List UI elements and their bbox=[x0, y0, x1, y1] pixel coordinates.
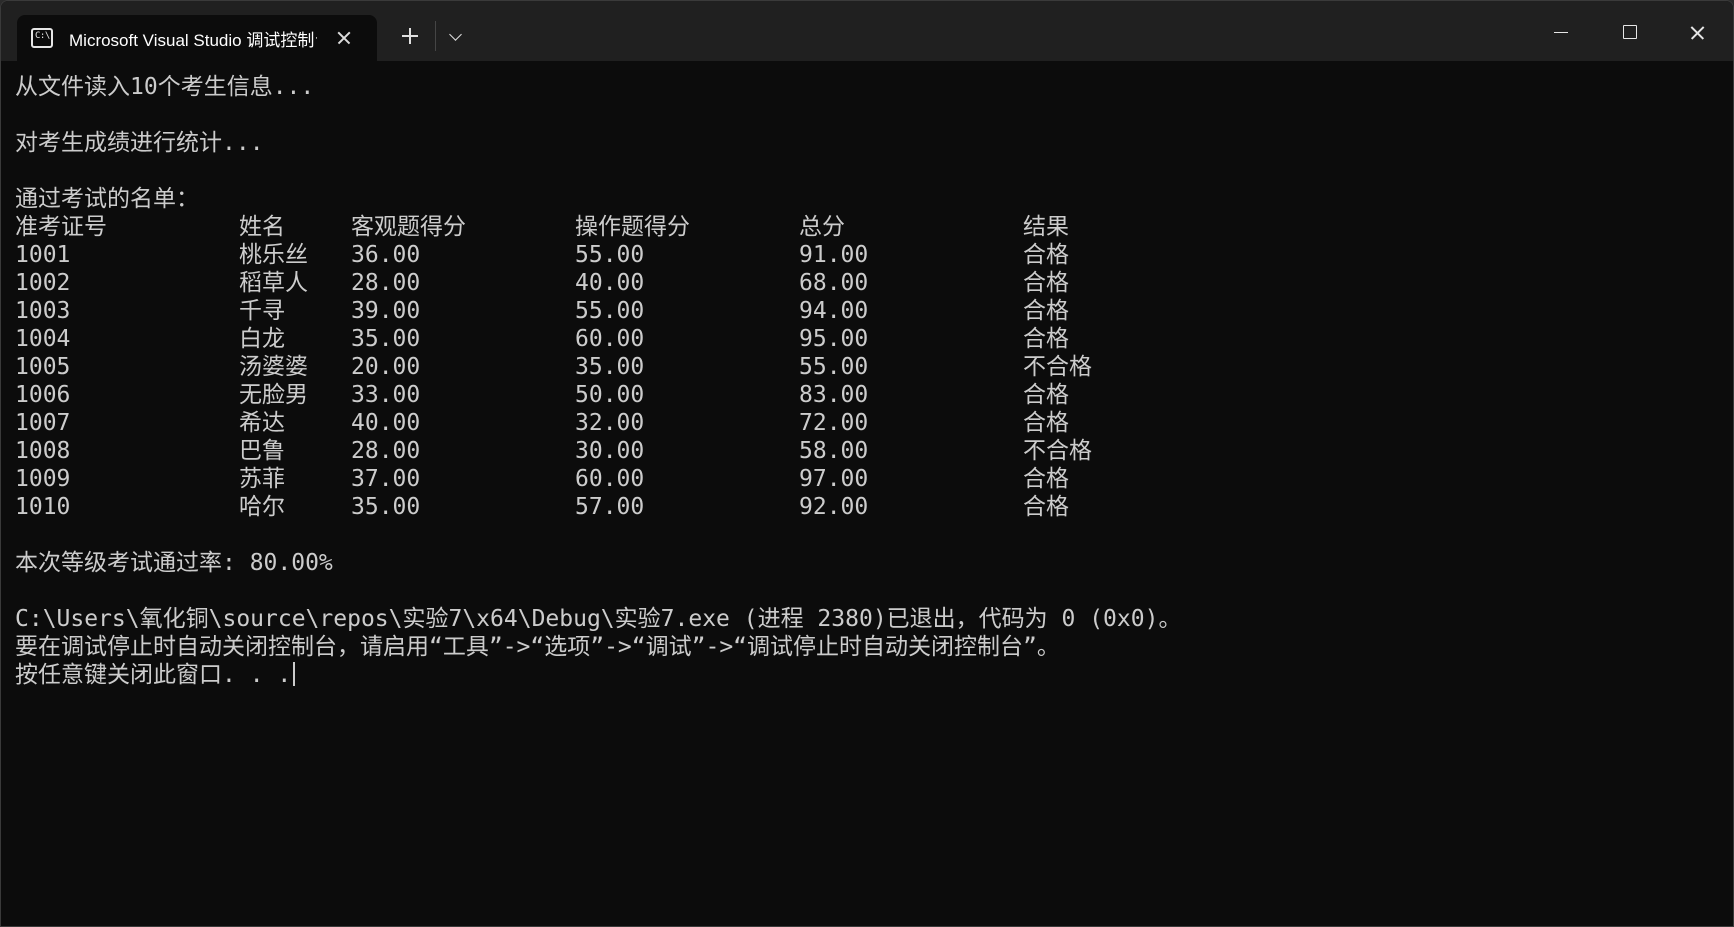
cell-practical: 60.00 bbox=[575, 326, 645, 352]
console-line-stats: 对考生成绩进行统计... bbox=[15, 130, 264, 156]
cell-result: 合格 bbox=[1023, 410, 1069, 436]
console-line-press-key: 按任意键关闭此窗口. . . bbox=[15, 661, 296, 689]
header-name: 姓名 bbox=[239, 214, 285, 240]
cell-objective: 20.00 bbox=[351, 354, 421, 380]
cell-objective: 35.00 bbox=[351, 326, 421, 352]
cell-practical: 32.00 bbox=[575, 410, 645, 436]
text-cursor bbox=[293, 662, 296, 686]
cell-total: 58.00 bbox=[799, 438, 869, 464]
cell-objective: 40.00 bbox=[351, 410, 421, 436]
tab-title: Microsoft Visual Studio 调试控制台 bbox=[69, 30, 317, 50]
cell-result: 合格 bbox=[1023, 466, 1069, 492]
cell-total: 83.00 bbox=[799, 382, 869, 408]
cell-id: 1007 bbox=[15, 410, 71, 436]
close-tab-icon[interactable] bbox=[333, 27, 355, 49]
cell-total: 97.00 bbox=[799, 466, 869, 492]
table-row: 1001 桃乐丝 36.00 55.00 91.00 合格 bbox=[15, 241, 1215, 269]
cell-id: 1009 bbox=[15, 466, 71, 492]
console-output[interactable]: 从文件读入10个考生信息... 对考生成绩进行统计... 通过考试的名单： 准考… bbox=[15, 73, 1733, 926]
cell-result: 合格 bbox=[1023, 494, 1069, 520]
cell-practical: 55.00 bbox=[575, 298, 645, 324]
header-objective: 客观题得分 bbox=[351, 214, 466, 240]
cell-objective: 28.00 bbox=[351, 438, 421, 464]
minimize-button[interactable] bbox=[1527, 11, 1595, 55]
table-row: 1005 汤婆婆 20.00 35.00 55.00 不合格 bbox=[15, 353, 1215, 381]
cell-id: 1001 bbox=[15, 242, 71, 268]
table-row: 1002 稻草人 28.00 40.00 68.00 合格 bbox=[15, 269, 1215, 297]
cell-objective: 37.00 bbox=[351, 466, 421, 492]
table-row: 1003 千寻 39.00 55.00 94.00 合格 bbox=[15, 297, 1215, 325]
table-row: 1004 白龙 35.00 60.00 95.00 合格 bbox=[15, 325, 1215, 353]
cell-id: 1006 bbox=[15, 382, 71, 408]
cell-practical: 30.00 bbox=[575, 438, 645, 464]
console-line-read: 从文件读入10个考生信息... bbox=[15, 74, 315, 100]
cell-id: 1010 bbox=[15, 494, 71, 520]
cell-total: 92.00 bbox=[799, 494, 869, 520]
tab-debug-console[interactable]: C:\ Microsoft Visual Studio 调试控制台 bbox=[17, 15, 377, 61]
terminal-window: C:\ Microsoft Visual Studio 调试控制台 从文件读入1… bbox=[0, 0, 1734, 927]
cell-practical: 40.00 bbox=[575, 270, 645, 296]
table-header-row: 准考证号 姓名 客观题得分 操作题得分 总分 结果 bbox=[15, 213, 1215, 241]
header-practical: 操作题得分 bbox=[575, 214, 690, 240]
cell-result: 合格 bbox=[1023, 298, 1069, 324]
cell-objective: 28.00 bbox=[351, 270, 421, 296]
tab-divider bbox=[435, 21, 436, 51]
cell-name: 汤婆婆 bbox=[239, 354, 308, 380]
table-row: 1010 哈尔 35.00 57.00 92.00 合格 bbox=[15, 493, 1215, 521]
cell-practical: 35.00 bbox=[575, 354, 645, 380]
cell-result: 合格 bbox=[1023, 242, 1069, 268]
cell-result: 合格 bbox=[1023, 326, 1069, 352]
cell-total: 94.00 bbox=[799, 298, 869, 324]
header-id: 准考证号 bbox=[15, 214, 107, 240]
console-line-pass-list: 通过考试的名单： bbox=[15, 186, 199, 212]
cell-id: 1002 bbox=[15, 270, 71, 296]
cell-total: 91.00 bbox=[799, 242, 869, 268]
console-line-pass-rate: 本次等级考试通过率: 80.00% bbox=[15, 550, 333, 576]
press-key-text: 按任意键关闭此窗口. . . bbox=[15, 662, 292, 688]
cell-id: 1004 bbox=[15, 326, 71, 352]
cell-result: 合格 bbox=[1023, 382, 1069, 408]
cell-practical: 50.00 bbox=[575, 382, 645, 408]
cell-objective: 33.00 bbox=[351, 382, 421, 408]
cell-total: 95.00 bbox=[799, 326, 869, 352]
cell-id: 1005 bbox=[15, 354, 71, 380]
cell-result: 不合格 bbox=[1023, 438, 1092, 464]
cell-practical: 55.00 bbox=[575, 242, 645, 268]
cell-total: 55.00 bbox=[799, 354, 869, 380]
cell-name: 希达 bbox=[239, 410, 285, 436]
chevron-down-icon[interactable] bbox=[441, 21, 471, 51]
console-line-exit: C:\Users\氧化铜\source\repos\实验7\x64\Debug\… bbox=[15, 606, 1182, 632]
cell-practical: 60.00 bbox=[575, 466, 645, 492]
table-row: 1006 无脸男 33.00 50.00 83.00 合格 bbox=[15, 381, 1215, 409]
cell-total: 72.00 bbox=[799, 410, 869, 436]
header-total: 总分 bbox=[799, 214, 845, 240]
cell-result: 不合格 bbox=[1023, 354, 1092, 380]
cell-result: 合格 bbox=[1023, 270, 1069, 296]
title-bar[interactable]: C:\ Microsoft Visual Studio 调试控制台 bbox=[1, 1, 1733, 61]
cell-objective: 36.00 bbox=[351, 242, 421, 268]
cell-id: 1003 bbox=[15, 298, 71, 324]
cell-id: 1008 bbox=[15, 438, 71, 464]
table-row: 1008 巴鲁 28.00 30.00 58.00 不合格 bbox=[15, 437, 1215, 465]
cell-name: 无脸男 bbox=[239, 382, 308, 408]
cell-name: 苏菲 bbox=[239, 466, 285, 492]
cell-name: 白龙 bbox=[239, 326, 285, 352]
cell-total: 68.00 bbox=[799, 270, 869, 296]
cell-name: 千寻 bbox=[239, 298, 285, 324]
cell-practical: 57.00 bbox=[575, 494, 645, 520]
close-window-button[interactable] bbox=[1663, 11, 1731, 55]
cell-name: 巴鲁 bbox=[239, 438, 285, 464]
cell-name: 桃乐丝 bbox=[239, 242, 308, 268]
table-row: 1009 苏菲 37.00 60.00 97.00 合格 bbox=[15, 465, 1215, 493]
console-icon: C:\ bbox=[31, 28, 53, 48]
cell-name: 哈尔 bbox=[239, 494, 285, 520]
console-line-auto-close: 要在调试停止时自动关闭控制台，请启用“工具”->“选项”->“调试”->“调试停… bbox=[15, 634, 1060, 660]
new-tab-button[interactable] bbox=[395, 21, 425, 51]
cell-objective: 39.00 bbox=[351, 298, 421, 324]
table-row: 1007 希达 40.00 32.00 72.00 合格 bbox=[15, 409, 1215, 437]
maximize-button[interactable] bbox=[1595, 11, 1663, 55]
header-result: 结果 bbox=[1023, 214, 1069, 240]
cell-objective: 35.00 bbox=[351, 494, 421, 520]
cell-name: 稻草人 bbox=[239, 270, 308, 296]
